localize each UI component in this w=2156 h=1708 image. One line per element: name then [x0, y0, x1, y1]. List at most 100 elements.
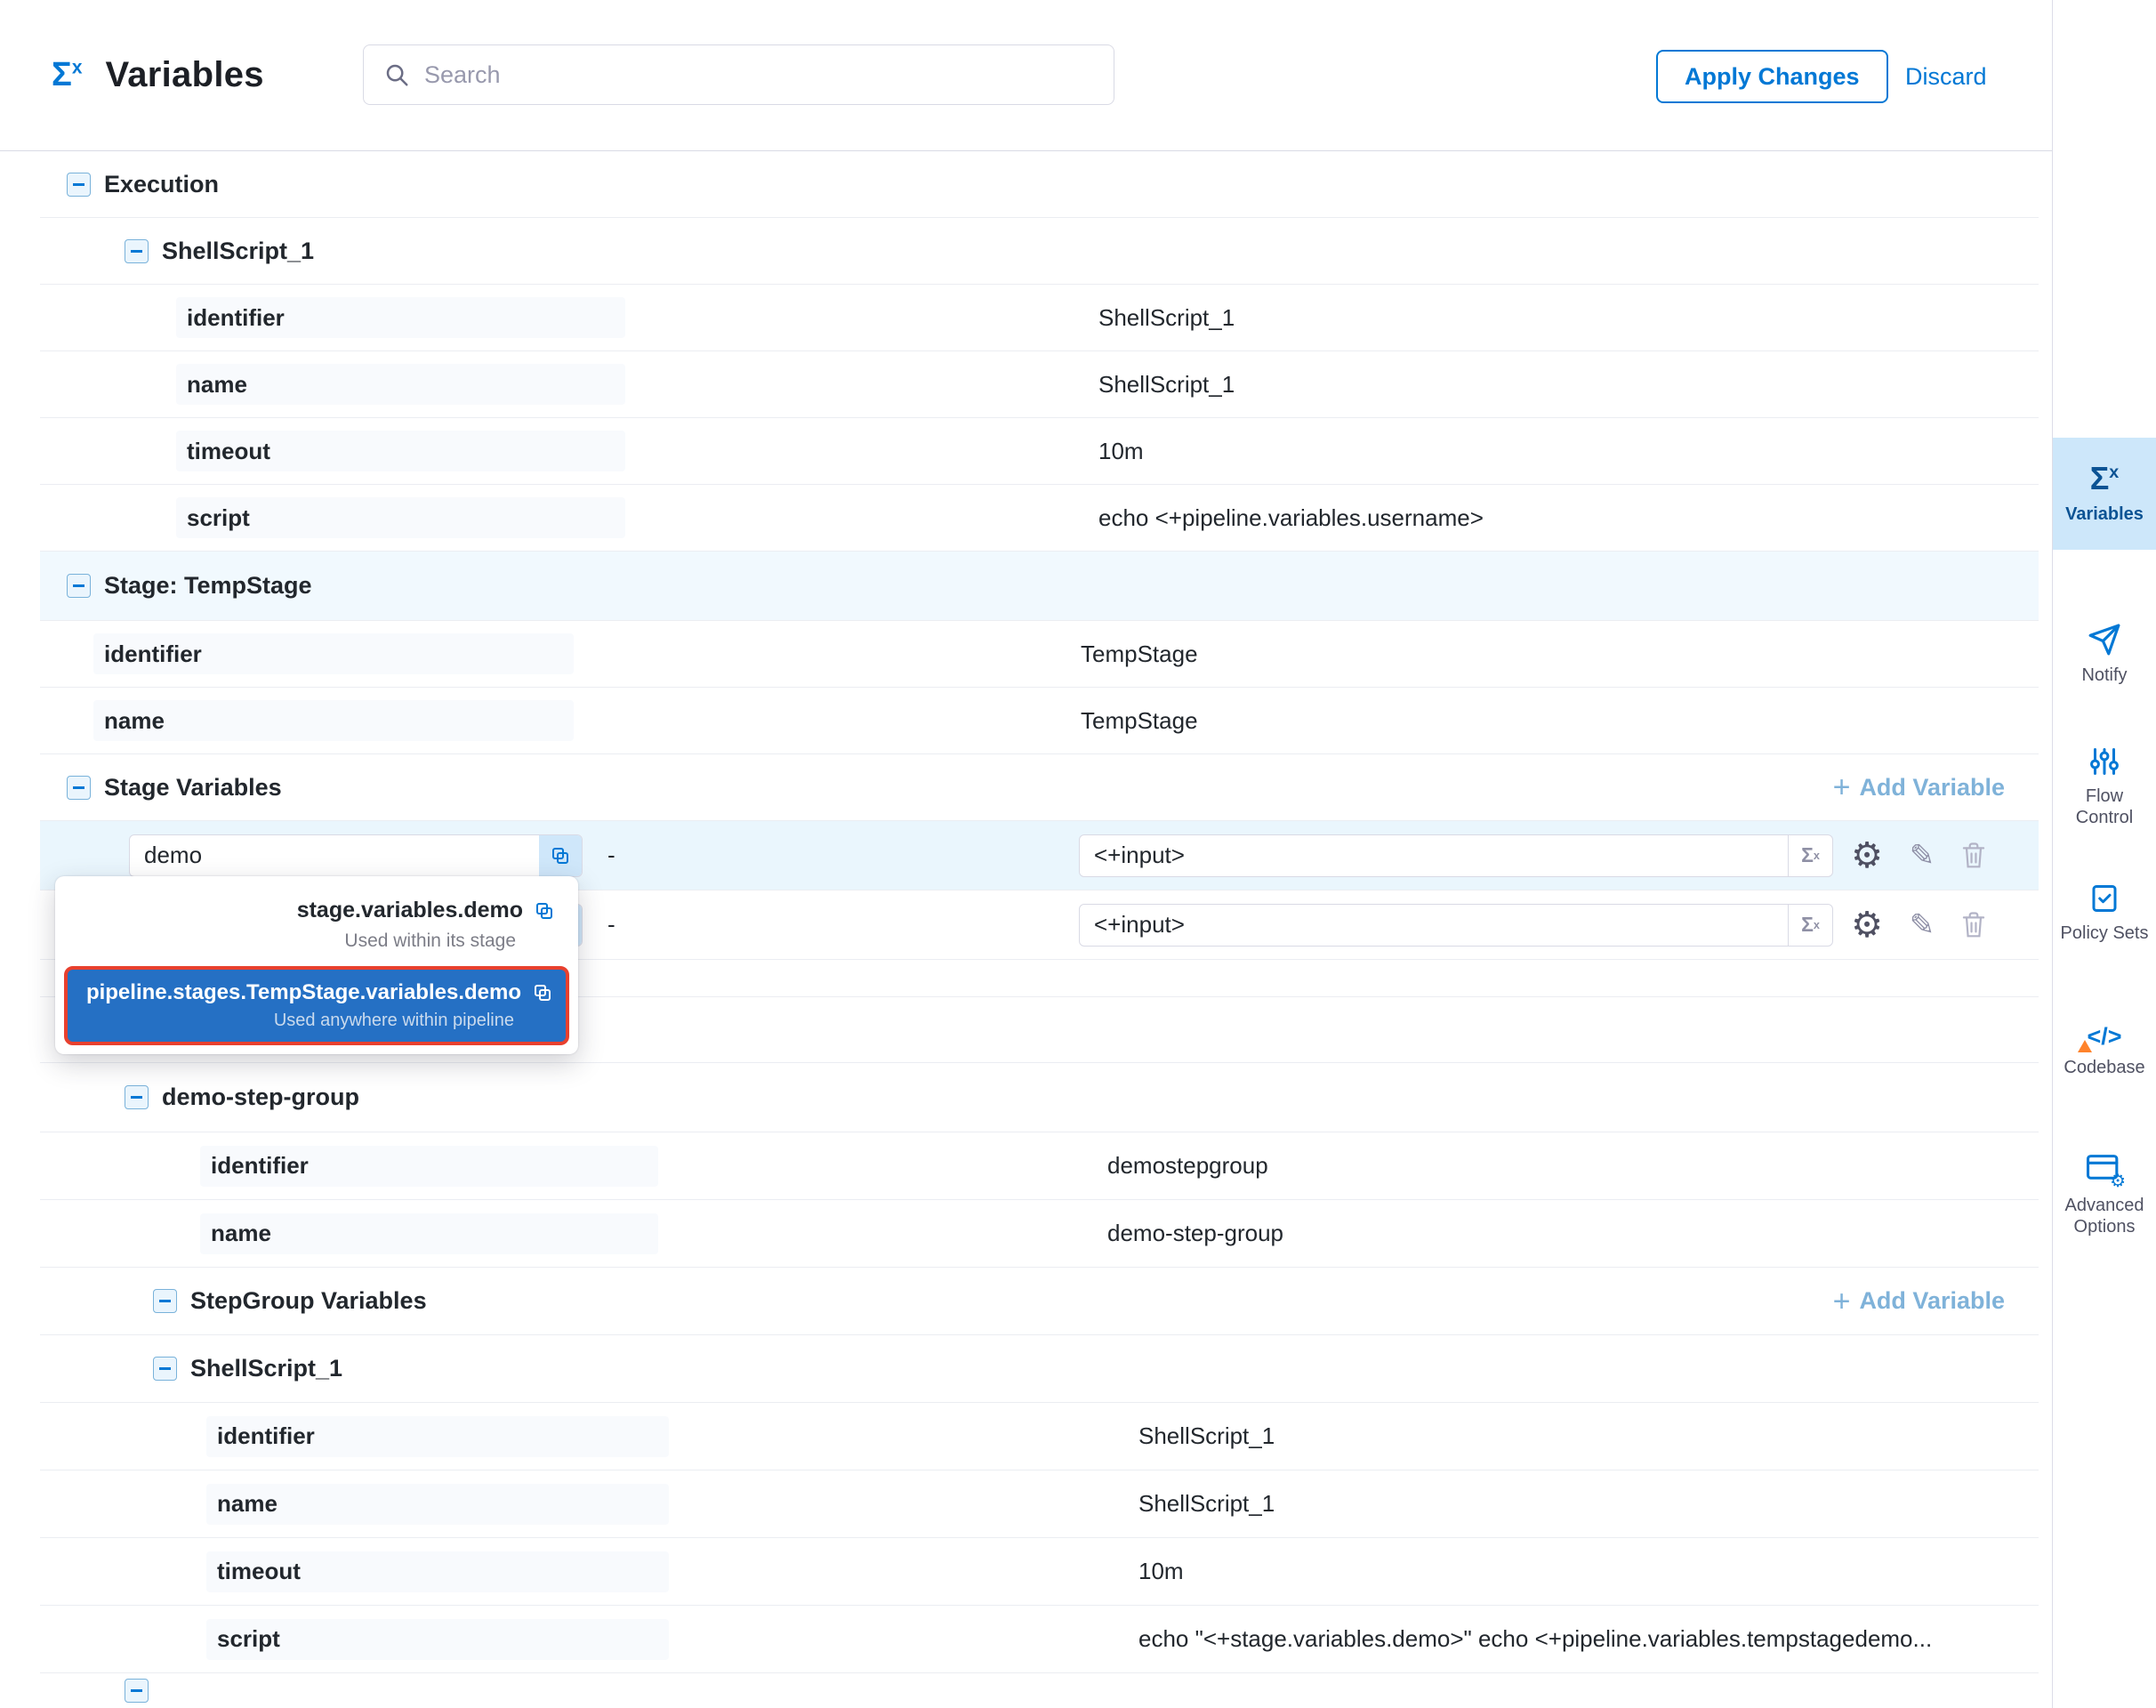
- popover-item-stage-scope[interactable]: stage.variables.demo Used within its sta…: [64, 883, 569, 963]
- add-variable-button[interactable]: + Add Variable: [1833, 1286, 2005, 1317]
- edit-pencil-icon[interactable]: ✎: [1903, 906, 1942, 945]
- sidebar-item-label: Notify: [2078, 665, 2130, 686]
- delete-trash-icon[interactable]: [1954, 906, 1993, 945]
- right-sidebar: Σx Variables Notify Flow Control Policy …: [2052, 0, 2156, 1708]
- settings-gear-icon[interactable]: ⚙: [1847, 906, 1886, 945]
- field-label: identifier: [176, 304, 285, 332]
- section-row-stepgroup-variables: StepGroup Variables + Add Variable: [40, 1268, 2039, 1335]
- field-label: name: [206, 1490, 278, 1518]
- popover-item-title: stage.variables.demo: [297, 898, 523, 923]
- collapse-icon[interactable]: [67, 574, 91, 598]
- section-row-stage-variables: Stage Variables + Add Variable: [40, 754, 2039, 821]
- search-input[interactable]: [424, 61, 1114, 89]
- variable-type: -: [607, 911, 615, 939]
- field-row: identifier demostepgroup: [40, 1132, 2039, 1200]
- copy-icon[interactable]: [534, 900, 555, 922]
- field-row: identifier TempStage: [40, 621, 2039, 688]
- expression-sigma-icon[interactable]: Σx: [1788, 835, 1832, 876]
- expression-sigma-icon[interactable]: Σx: [1788, 905, 1832, 946]
- variable-type: -: [607, 842, 615, 869]
- field-value: echo <+pipeline.variables.username>: [1098, 504, 1484, 532]
- section-label: Execution: [104, 171, 219, 198]
- field-label: timeout: [176, 438, 270, 465]
- sidebar-item-codebase[interactable]: </> Codebase: [2053, 1025, 2156, 1078]
- code-brackets-icon: </>: [2087, 1025, 2121, 1049]
- field-row: name ShellScript_1: [40, 351, 2039, 418]
- section-label: demo-step-group: [162, 1084, 359, 1111]
- popover-item-pipeline-scope[interactable]: pipeline.stages.TempStage.variables.demo…: [64, 966, 569, 1045]
- field-label: name: [176, 371, 247, 399]
- field-row: identifier ShellScript_1: [40, 285, 2039, 351]
- search-box[interactable]: [363, 44, 1114, 105]
- field-value: TempStage: [1081, 707, 1198, 735]
- warning-icon: [2078, 1040, 2092, 1052]
- sidebar-item-label: Advanced Options: [2053, 1195, 2156, 1237]
- copy-icon[interactable]: [532, 982, 553, 1003]
- section-label: ShellScript_1: [190, 1355, 342, 1382]
- collapse-icon[interactable]: [153, 1357, 177, 1381]
- sidebar-item-advanced-options[interactable]: ⚙ Advanced Options: [2053, 1155, 2156, 1237]
- field-label: script: [176, 504, 250, 532]
- partial-row: [40, 1673, 2039, 1708]
- field-label: timeout: [206, 1558, 301, 1585]
- sidebar-item-label: Policy Sets: [2057, 922, 2152, 944]
- field-label: script: [206, 1625, 280, 1653]
- settings-gear-icon[interactable]: ⚙: [1847, 836, 1886, 875]
- field-row: name TempStage: [40, 688, 2039, 754]
- section-row-shellscript1: ShellScript_1: [40, 218, 2039, 285]
- sidebar-item-label: Variables: [2062, 504, 2147, 525]
- plus-icon: +: [1833, 1286, 1851, 1317]
- sidebar-item-flow-control[interactable]: Flow Control: [2053, 745, 2156, 828]
- field-value: ShellScript_1: [1138, 1422, 1275, 1450]
- section-label: StepGroup Variables: [190, 1287, 427, 1315]
- field-value: demostepgroup: [1107, 1152, 1268, 1180]
- popover-item-subtitle: Used within its stage: [78, 931, 555, 952]
- variable-value-input[interactable]: <+input> Σx: [1079, 904, 1833, 947]
- discard-button[interactable]: Discard: [1905, 50, 1987, 103]
- sidebar-item-notify[interactable]: Notify: [2053, 623, 2156, 686]
- field-row: script echo <+pipeline.variables.usernam…: [40, 485, 2039, 552]
- collapse-icon[interactable]: [67, 776, 91, 800]
- field-value: ShellScript_1: [1138, 1490, 1275, 1518]
- collapse-icon[interactable]: [125, 239, 149, 263]
- sidebar-item-variables[interactable]: Σx Variables: [2053, 438, 2156, 550]
- field-label: identifier: [200, 1152, 309, 1180]
- delete-trash-icon[interactable]: [1954, 836, 1993, 875]
- variable-value-input[interactable]: <+input> Σx: [1079, 834, 1833, 877]
- section-label: Stage Variables: [104, 774, 282, 802]
- paper-plane-icon: [2088, 623, 2121, 657]
- field-row: timeout 10m: [40, 418, 2039, 485]
- field-label: identifier: [206, 1422, 315, 1450]
- field-row: name demo-step-group: [40, 1200, 2039, 1268]
- field-label: name: [200, 1220, 271, 1247]
- sidebar-item-policy-sets[interactable]: Policy Sets: [2053, 882, 2156, 944]
- collapse-icon[interactable]: [67, 173, 91, 197]
- field-row: identifier ShellScript_1: [40, 1403, 2039, 1470]
- sidebar-item-label: Codebase: [2060, 1057, 2148, 1078]
- variable-path-popover: stage.variables.demo Used within its sta…: [55, 876, 578, 1054]
- sliders-icon: [2088, 745, 2120, 777]
- top-header: Σx Variables Apply Changes Discard: [0, 0, 2052, 151]
- section-row-stage: Stage: TempStage: [40, 552, 2039, 621]
- collapse-icon[interactable]: [125, 1085, 149, 1109]
- section-row-execution: Execution: [40, 151, 2039, 218]
- section-row-step-group: demo-step-group: [40, 1063, 2039, 1132]
- plus-icon: +: [1833, 772, 1851, 802]
- copy-icon[interactable]: [539, 835, 582, 876]
- field-value: ShellScript_1: [1098, 304, 1235, 332]
- field-label: name: [93, 707, 165, 735]
- section-label: ShellScript_1: [162, 238, 314, 265]
- edit-pencil-icon[interactable]: ✎: [1903, 836, 1942, 875]
- add-variable-button[interactable]: + Add Variable: [1833, 772, 2005, 802]
- search-icon: [383, 61, 410, 88]
- variables-sigma-icon: Σx: [2090, 463, 2120, 495]
- section-label: Stage: TempStage: [104, 572, 312, 600]
- collapse-icon[interactable]: [125, 1679, 149, 1703]
- apply-changes-button[interactable]: Apply Changes: [1656, 50, 1888, 103]
- collapse-icon[interactable]: [153, 1289, 177, 1313]
- variable-name-input[interactable]: demo: [129, 834, 583, 877]
- policy-check-icon: [2088, 882, 2120, 914]
- sidebar-item-label: Flow Control: [2053, 786, 2156, 828]
- window-gear-icon: ⚙: [2087, 1155, 2122, 1187]
- popover-item-title: pipeline.stages.TempStage.variables.demo: [86, 980, 521, 1005]
